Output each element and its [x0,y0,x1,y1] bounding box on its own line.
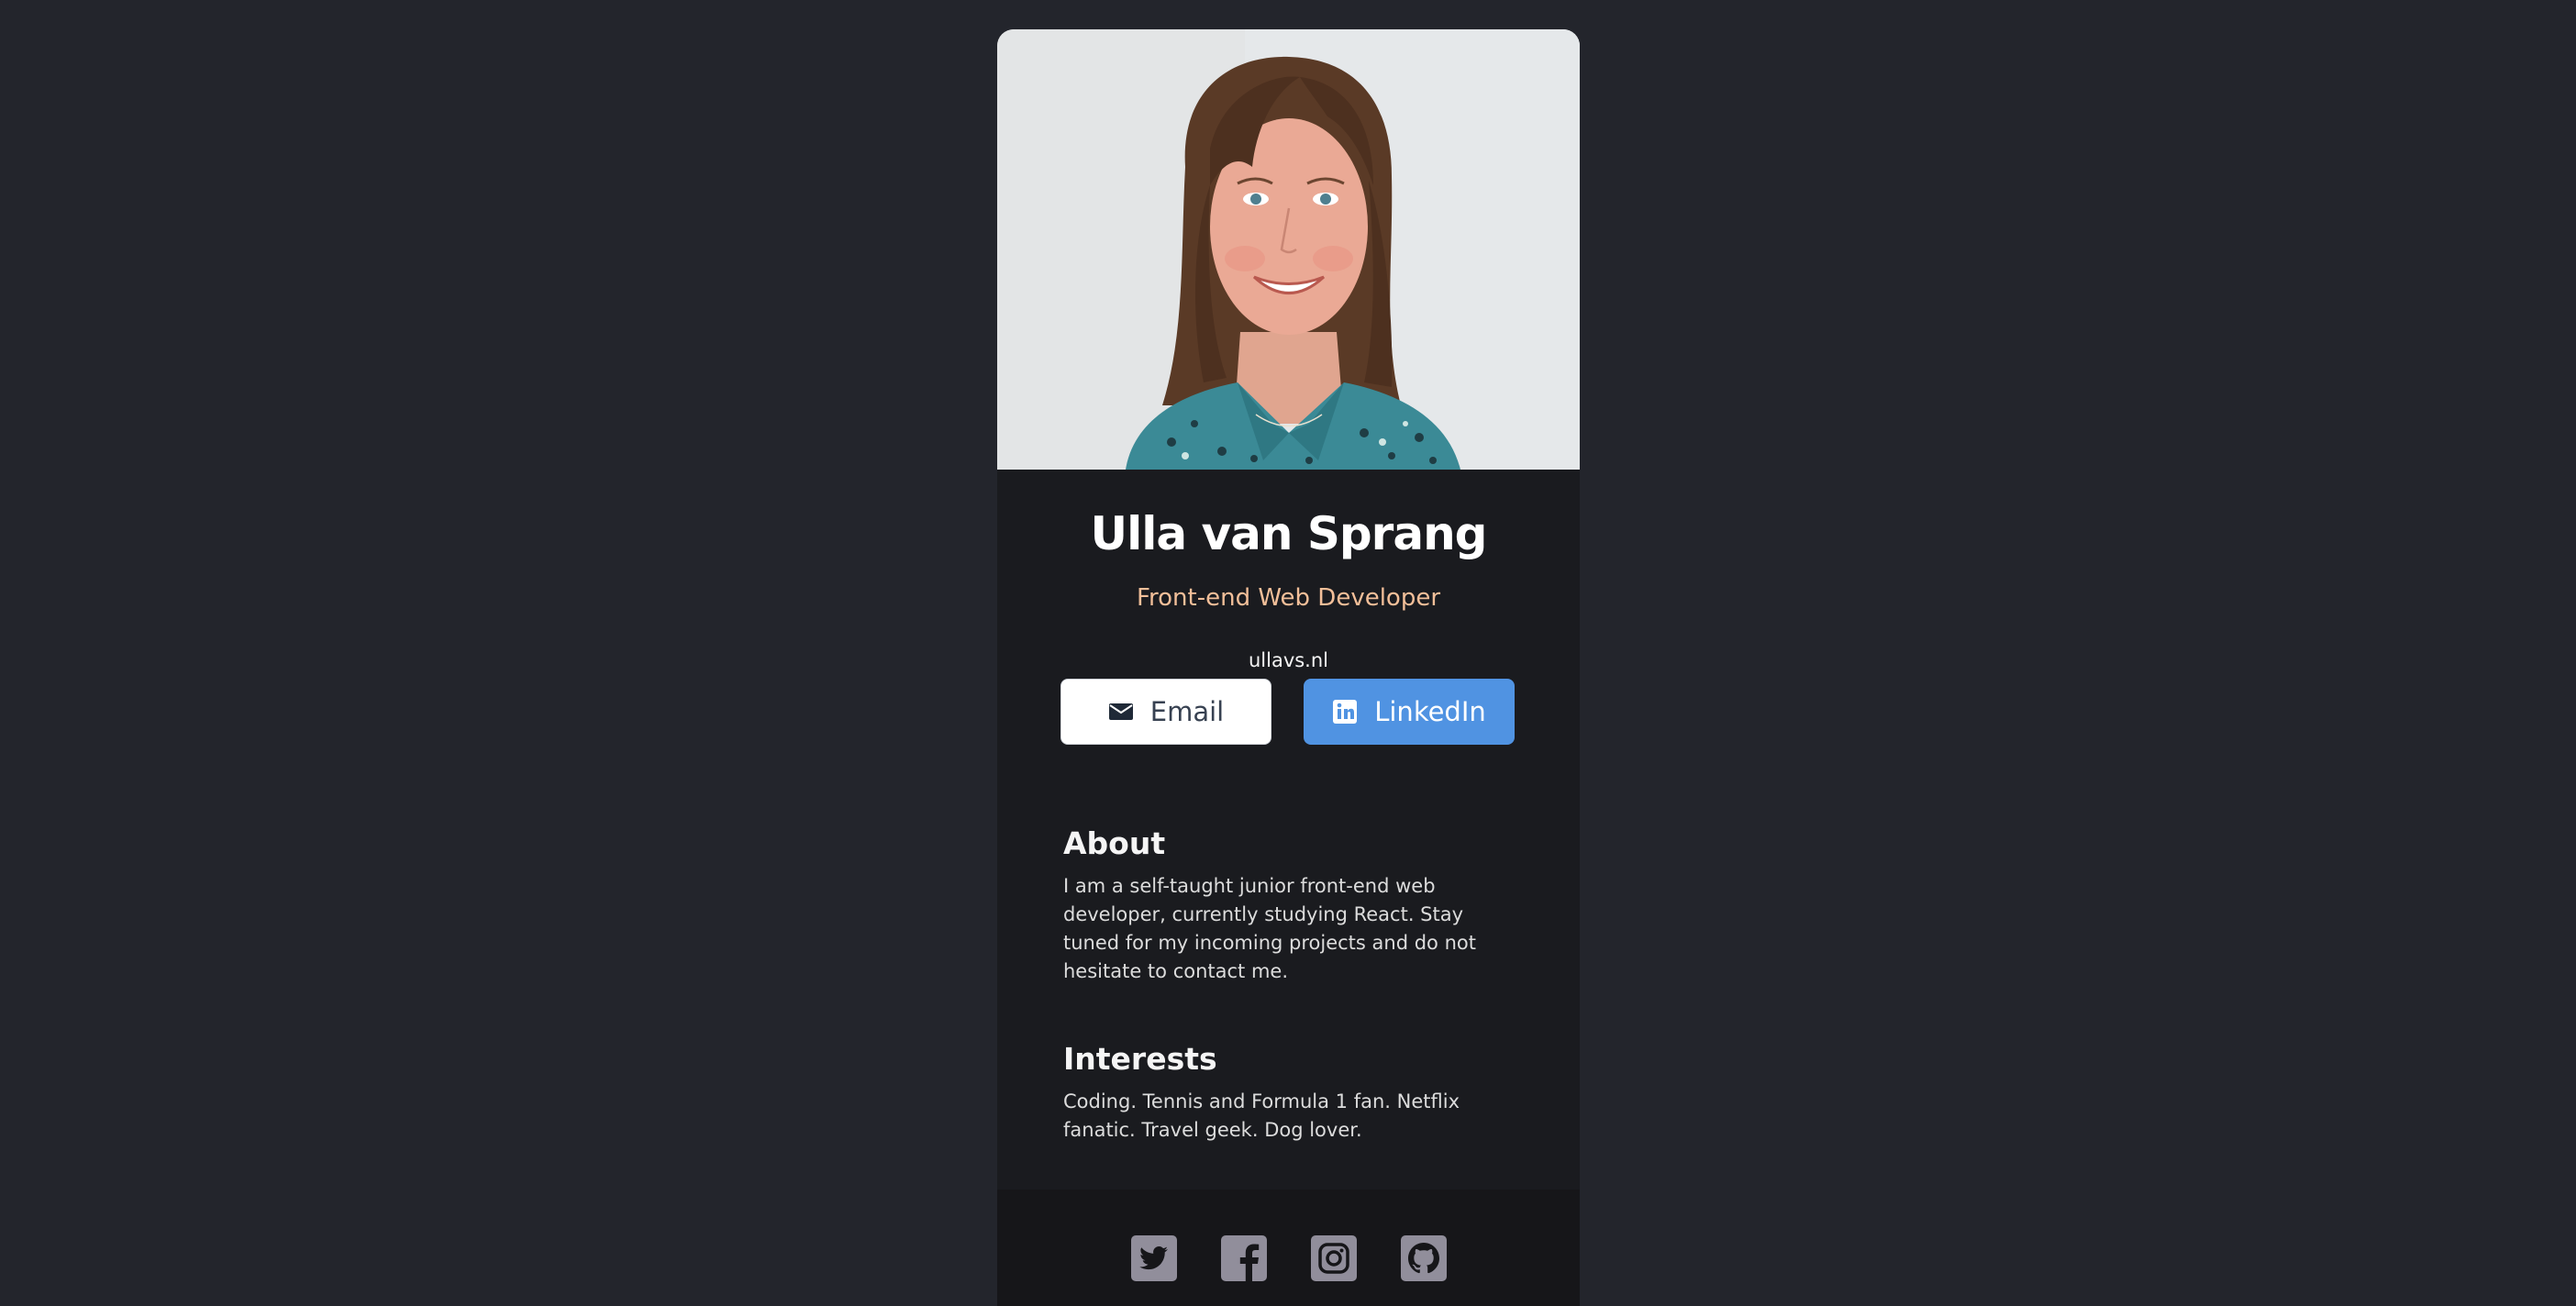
interests-text: Coding. Tennis and Formula 1 fan. Netfli… [1063,1090,1460,1141]
website-link[interactable]: ullavs.nl [997,647,1580,673]
instagram-icon[interactable] [1310,1235,1357,1281]
linkedin-icon [1332,699,1358,725]
social-footer [997,1190,1580,1306]
github-icon[interactable] [1400,1235,1447,1281]
linkedin-button-label: LinkedIn [1374,696,1486,727]
profile-photo [997,29,1580,470]
profile-title: Front-end Web Developer [1136,584,1441,612]
mail-icon [1108,701,1134,723]
about-text: I am a self-taught junior front-end web … [1063,875,1476,982]
email-button-label: Email [1149,696,1225,727]
profile-card: Ulla van Sprang Front-end Web Developer … [997,29,1580,1306]
facebook-icon[interactable] [1220,1235,1267,1281]
linkedin-button[interactable]: LinkedIn [1304,679,1515,745]
profile-name: Ulla van Sprang [1090,507,1488,560]
interests-heading: Interests [1063,1041,1217,1077]
twitter-icon[interactable] [1130,1235,1177,1281]
email-button[interactable]: Email [1060,679,1271,745]
about-heading: About [1063,825,1166,861]
